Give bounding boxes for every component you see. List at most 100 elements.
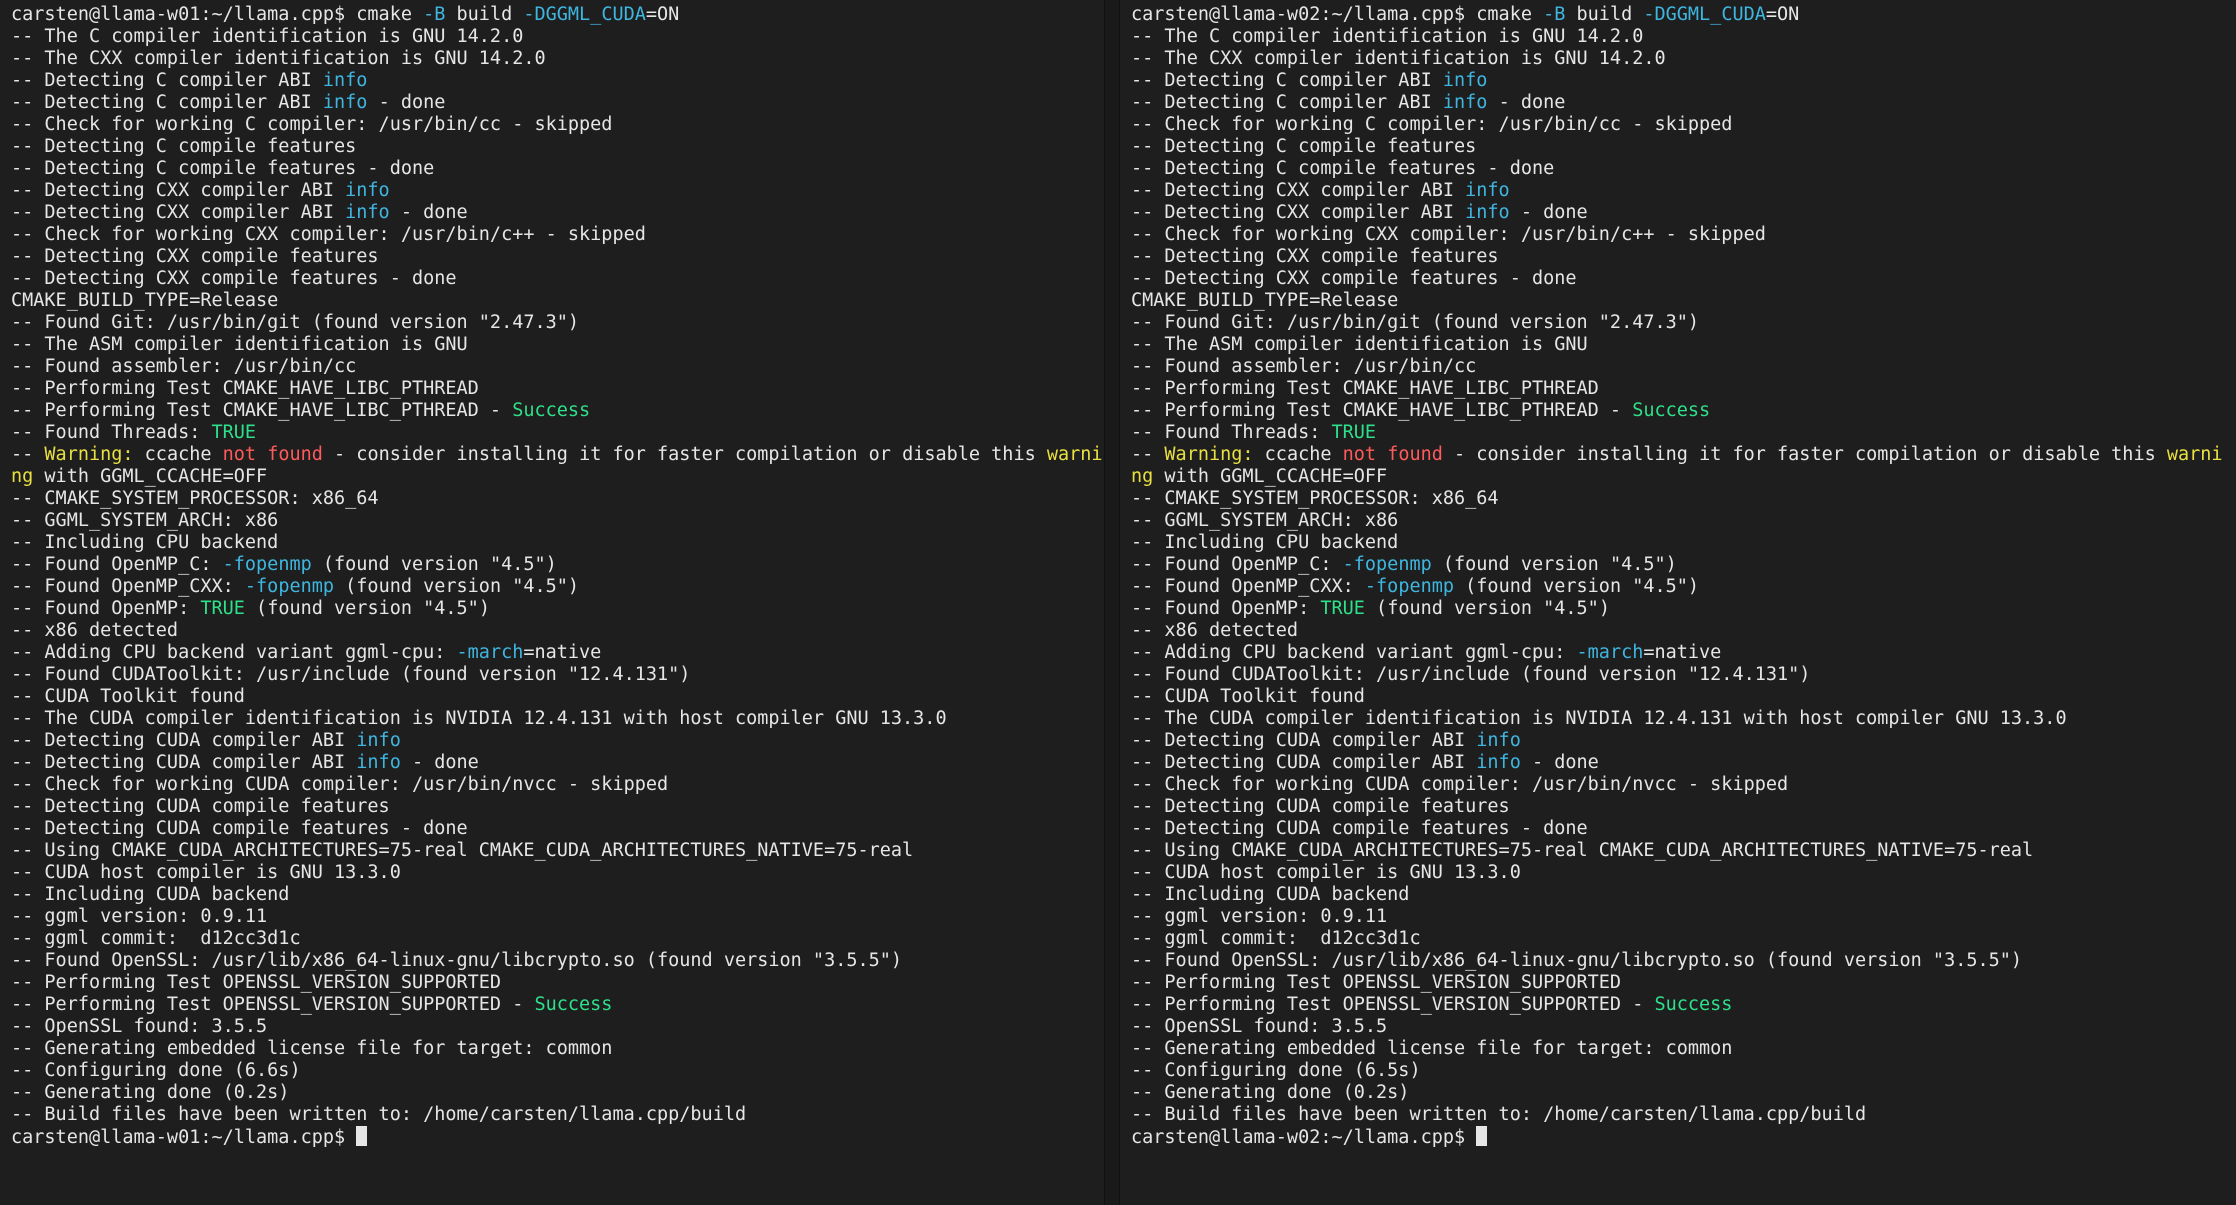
terminal-line: -- Detecting CUDA compiler ABI info - do… xyxy=(1131,752,2236,774)
terminal-line: -- The C compiler identification is GNU … xyxy=(11,26,1104,48)
terminal-text: -- ggml commit: d12cc3d1c xyxy=(1131,928,1421,949)
terminal-text: -- ggml version: 0.9.11 xyxy=(11,906,268,927)
terminal-line: -- Warning: ccache not found - consider … xyxy=(1131,444,2236,466)
terminal-output: carsten@llama-w02:~/llama.cpp$ cmake -B … xyxy=(1131,4,2236,1148)
terminal-line: -- Found OpenMP_CXX: -fopenmp (found ver… xyxy=(1131,576,2236,598)
prompt-line[interactable]: carsten@llama-w01:~/llama.cpp$ xyxy=(11,1126,1104,1148)
terminal-text: -- Found CUDAToolkit: /usr/include (foun… xyxy=(1131,664,1811,685)
shell-prompt: carsten@llama-w02:~/llama.cpp$ xyxy=(1131,1127,1477,1148)
terminal-text: -- Check for working CUDA compiler: /usr… xyxy=(1131,774,1789,795)
terminal-text: -- Build files have been written to: /ho… xyxy=(11,1104,747,1125)
terminal-text: -- Detecting CXX compile features xyxy=(1131,246,1499,267)
terminal-text: -- Found Threads: xyxy=(11,422,212,443)
terminal-text: -- Detecting C compile features xyxy=(11,136,357,157)
terminal-text: -- The CXX compiler identification is GN… xyxy=(11,48,546,69)
terminal-line: -- Check for working C compiler: /usr/bi… xyxy=(1131,114,2236,136)
terminal-text: -fopenmp xyxy=(222,554,312,575)
terminal-line: -- Detecting C compile features - done xyxy=(1131,158,2236,180)
terminal-line: -- Adding CPU backend variant ggml-cpu: … xyxy=(11,642,1104,664)
terminal-text: info xyxy=(1465,202,1510,223)
terminal-line: -- CUDA Toolkit found xyxy=(11,686,1104,708)
terminal-text: CMAKE_BUILD_TYPE=Release xyxy=(1131,290,1399,311)
terminal-text: Warning: xyxy=(44,444,134,465)
terminal-line: -- x86 detected xyxy=(11,620,1104,642)
terminal-text: - consider installing it for faster comp… xyxy=(322,444,1047,465)
terminal-line: -- Found assembler: /usr/bin/cc xyxy=(11,356,1104,378)
terminal-text: warni xyxy=(1046,444,1103,465)
terminal-text: - done xyxy=(400,752,479,773)
terminal-text: -- Adding CPU backend variant ggml-cpu: xyxy=(1131,642,1577,663)
terminal-text: -- Using CMAKE_CUDA_ARCHITECTURES=75-rea… xyxy=(1131,840,2034,861)
terminal-text: info xyxy=(1476,752,1521,773)
terminal-text: -- Found OpenMP: xyxy=(1131,598,1321,619)
terminal-line: -- Detecting C compile features xyxy=(1131,136,2236,158)
terminal-text: -- Found OpenMP_CXX: xyxy=(1131,576,1365,597)
terminal-text: -- Detecting CUDA compile features - don… xyxy=(11,818,468,839)
terminal-text: -- Detecting C compiler ABI xyxy=(1131,70,1443,91)
terminal-text: - done xyxy=(1509,202,1588,223)
terminal-line: -- ggml commit: d12cc3d1c xyxy=(1131,928,2236,950)
terminal-text: -- Performing Test CMAKE_HAVE_LIBC_PTHRE… xyxy=(11,378,479,399)
terminal-text: -- Found OpenMP: xyxy=(11,598,201,619)
terminal-line: -- The C compiler identification is GNU … xyxy=(1131,26,2236,48)
terminal-text: -- ggml version: 0.9.11 xyxy=(1131,906,1388,927)
terminal-text: -- Configuring done (6.6s) xyxy=(11,1060,301,1081)
terminal-text: info xyxy=(322,70,368,91)
terminal-text: -- GGML_SYSTEM_ARCH: x86 xyxy=(1131,510,1399,531)
terminal-line: -- Detecting CUDA compile features xyxy=(1131,796,2236,818)
terminal-pane-right[interactable]: carsten@llama-w02:~/llama.cpp$ cmake -B … xyxy=(1120,0,2236,1205)
terminal-text: -- Found Threads: xyxy=(1131,422,1332,443)
terminal-text: Success xyxy=(512,400,591,421)
terminal-text: TRUE xyxy=(1320,598,1365,619)
terminal-text: -- Detecting CUDA compiler ABI xyxy=(1131,730,1477,751)
terminal-line: -- Build files have been written to: /ho… xyxy=(11,1104,1104,1126)
terminal-text: -- The CUDA compiler identification is N… xyxy=(1131,708,2067,729)
terminal-text: -- The C compiler identification is GNU … xyxy=(11,26,524,47)
terminal-text: -- Detecting CXX compiler ABI xyxy=(1131,202,1466,223)
cursor-block xyxy=(1476,1126,1488,1146)
terminal-text: -- OpenSSL found: 3.5.5 xyxy=(11,1016,268,1037)
terminal-text: info xyxy=(322,92,368,113)
terminal-line: -- The CUDA compiler identification is N… xyxy=(1131,708,2236,730)
terminal-line: -- Check for working C compiler: /usr/bi… xyxy=(11,114,1104,136)
terminal-text: not found xyxy=(1342,444,1443,465)
terminal-line: -- Detecting CXX compiler ABI info - don… xyxy=(1131,202,2236,224)
terminal-text: -- Found assembler: /usr/bin/cc xyxy=(11,356,357,377)
terminal-text: -- Detecting CUDA compiler ABI xyxy=(1131,752,1477,773)
terminal-text: info xyxy=(1465,180,1510,201)
terminal-text: info xyxy=(1442,92,1488,113)
terminal-line: -- Detecting CUDA compiler ABI info - do… xyxy=(11,752,1104,774)
terminal-text: Success xyxy=(1654,994,1733,1015)
terminal-text: -- Generating embedded license file for … xyxy=(11,1038,613,1059)
terminal-text: info xyxy=(1476,730,1521,751)
terminal-pane-left[interactable]: carsten@llama-w01:~/llama.cpp$ cmake -B … xyxy=(0,0,1104,1205)
terminal-line: -- The ASM compiler identification is GN… xyxy=(11,334,1104,356)
terminal-line: -- Including CPU backend xyxy=(11,532,1104,554)
terminal-text: -- Generating embedded license file for … xyxy=(1131,1038,1733,1059)
terminal-line: -- Check for working CUDA compiler: /usr… xyxy=(11,774,1104,796)
prompt-line[interactable]: carsten@llama-w02:~/llama.cpp$ xyxy=(1131,1126,2236,1148)
terminal-line: -- Detecting CUDA compiler ABI info xyxy=(11,730,1104,752)
terminal-line: -- Detecting CXX compile features - done xyxy=(1131,268,2236,290)
terminal-line: -- Detecting CXX compiler ABI info - don… xyxy=(11,202,1104,224)
terminal-text: ccache xyxy=(1253,444,1343,465)
terminal-line: -- Detecting C compiler ABI info - done xyxy=(1131,92,2236,114)
terminal-text: -- Detecting CUDA compile features xyxy=(1131,796,1510,817)
terminal-line: -- Adding CPU backend variant ggml-cpu: … xyxy=(1131,642,2236,664)
terminal-line: -- Detecting CXX compile features - done xyxy=(11,268,1104,290)
terminal-line: -- Found Threads: TRUE xyxy=(11,422,1104,444)
terminal-line: -- The CXX compiler identification is GN… xyxy=(1131,48,2236,70)
terminal-line: -- Found OpenMP_CXX: -fopenmp (found ver… xyxy=(11,576,1104,598)
terminal-text: -B xyxy=(423,4,446,25)
terminal-text: -- Performing Test OPENSSL_VERSION_SUPPO… xyxy=(1131,994,1655,1015)
terminal-text: =native xyxy=(523,642,602,663)
terminal-line: -- Warning: ccache not found - consider … xyxy=(11,444,1104,466)
terminal-text: -- Performing Test CMAKE_HAVE_LIBC_PTHRE… xyxy=(1131,378,1599,399)
terminal-line: -- ggml commit: d12cc3d1c xyxy=(11,928,1104,950)
terminal-line: -- OpenSSL found: 3.5.5 xyxy=(11,1016,1104,1038)
terminal-text: -- Found CUDAToolkit: /usr/include (foun… xyxy=(11,664,691,685)
pane-divider[interactable] xyxy=(1104,0,1120,1205)
terminal-line: -- Detecting CXX compiler ABI info xyxy=(1131,180,2236,202)
terminal-line: -- Generating embedded license file for … xyxy=(1131,1038,2236,1060)
terminal-line: -- Performing Test OPENSSL_VERSION_SUPPO… xyxy=(11,972,1104,994)
